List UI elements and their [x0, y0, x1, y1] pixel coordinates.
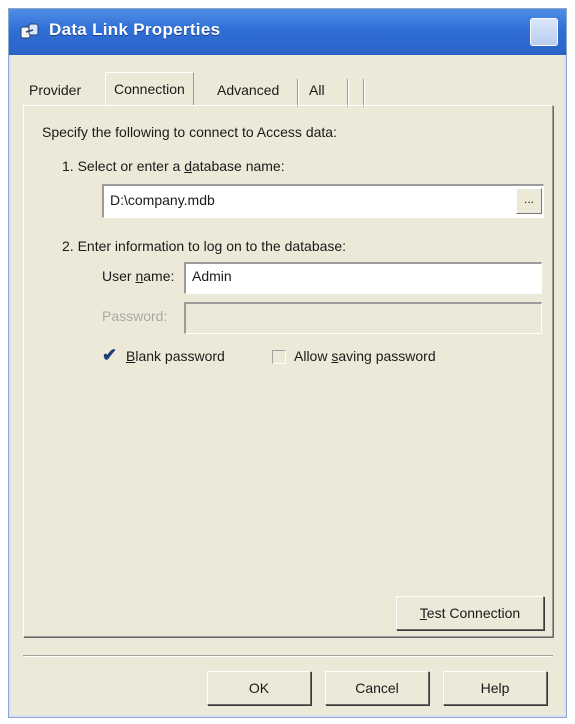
browse-button[interactable]: ...	[516, 188, 542, 214]
blank-password-checkbox[interactable]: ✔	[102, 345, 118, 365]
checkmark-icon: ✔	[102, 345, 118, 365]
username-label: User name:	[102, 268, 175, 284]
tab-all[interactable]: All	[309, 75, 325, 105]
password-input[interactable]	[184, 302, 542, 334]
allow-saving-password-checkbox[interactable]	[272, 350, 286, 364]
cancel-button[interactable]: Cancel	[325, 671, 429, 705]
username-value: Admin	[192, 268, 232, 284]
help-button[interactable]: Help	[443, 671, 547, 705]
tab-separator	[297, 79, 299, 107]
connection-tab-panel: Specify the following to connect to Acce…	[23, 105, 553, 637]
tab-separator	[363, 79, 365, 107]
ok-button[interactable]: OK	[207, 671, 311, 705]
tab-advanced[interactable]: Advanced	[217, 75, 279, 105]
dialog-window: Data Link Properties Provider Connection…	[8, 8, 567, 718]
title-bar[interactable]: Data Link Properties	[9, 9, 566, 55]
footer-divider	[23, 655, 553, 657]
window-title: Data Link Properties	[49, 20, 221, 39]
tab-provider[interactable]: Provider	[29, 75, 81, 105]
blank-password-label[interactable]: Blank password	[126, 348, 225, 364]
password-label: Password:	[102, 308, 168, 324]
allow-saving-password-label[interactable]: Allow saving password	[294, 348, 436, 364]
title-help-button[interactable]	[530, 18, 558, 46]
intro-text: Specify the following to connect to Acce…	[42, 124, 337, 140]
tab-connection[interactable]: Connection	[105, 72, 194, 106]
database-name-label: 1. Select or enter a database name:	[62, 158, 285, 174]
test-connection-button[interactable]: Test Connection	[396, 596, 544, 630]
username-input[interactable]: Admin	[184, 262, 542, 294]
database-name-input[interactable]: D:\company.mdb	[102, 184, 544, 218]
tab-separator	[347, 79, 349, 107]
data-link-icon	[20, 23, 39, 39]
logon-info-label: 2. Enter information to log on to the da…	[62, 238, 347, 254]
database-name-value: D:\company.mdb	[110, 192, 215, 208]
